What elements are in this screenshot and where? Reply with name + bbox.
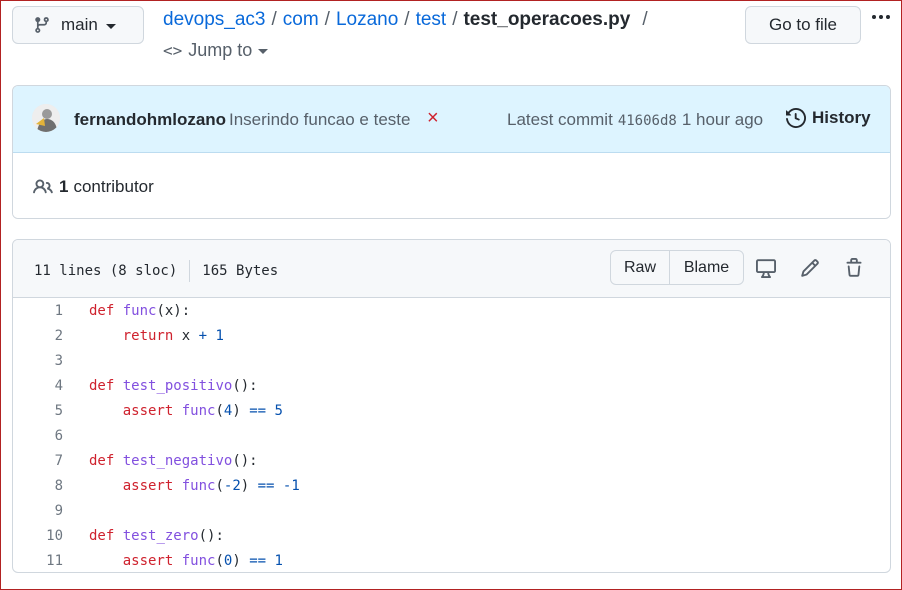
- chevron-down-icon: [258, 49, 269, 54]
- breadcrumb-separator: /: [404, 9, 410, 30]
- history-icon: [786, 108, 806, 128]
- history-button[interactable]: History: [786, 108, 871, 128]
- breadcrumb-com-link[interactable]: com: [283, 9, 319, 31]
- trash-icon[interactable]: [842, 256, 866, 280]
- branch-select-button[interactable]: main: [12, 6, 144, 44]
- code-line: 1 def func(x):: [13, 298, 890, 323]
- contributors-link[interactable]: 1 contributor: [33, 177, 154, 197]
- code-icon: <>: [163, 41, 183, 60]
- code-listing: 1 def func(x): 2 return x + 1 3 4 def te…: [13, 298, 890, 572]
- desktop-icon[interactable]: [754, 256, 778, 280]
- raw-button[interactable]: Raw: [611, 251, 670, 284]
- jump-to-button[interactable]: <> Jump to: [163, 40, 269, 61]
- line-number[interactable]: 2: [13, 328, 63, 344]
- go-to-file-button[interactable]: Go to file: [745, 6, 861, 44]
- commit-time: 1 hour ago: [681, 110, 764, 129]
- breadcrumb-lozano-link[interactable]: Lozano: [336, 9, 398, 31]
- code-line: 8 assert func(-2) == -1: [13, 473, 890, 498]
- commit-message-link[interactable]: Inserindo funcao e teste: [229, 110, 410, 130]
- code-line: 9: [13, 498, 890, 523]
- contributors-row: 1 contributor: [13, 153, 890, 218]
- code-line: 11 assert func(0) == 1: [13, 548, 890, 572]
- edit-pencil-icon[interactable]: [798, 256, 822, 280]
- branch-label: main: [61, 15, 98, 34]
- breadcrumb-current-file: test_operacoes.py: [463, 9, 631, 30]
- breadcrumb-test-link[interactable]: test: [416, 9, 447, 31]
- line-number[interactable]: 11: [13, 553, 63, 569]
- code-text: return x + 1: [122, 327, 224, 344]
- code-text: assert func(-2) == -1: [122, 477, 300, 494]
- code-text: assert func(0) == 1: [122, 552, 283, 569]
- contributor-label: contributor: [73, 177, 154, 196]
- breadcrumb-separator: /: [642, 9, 648, 30]
- breadcrumb-separator: /: [324, 9, 330, 30]
- breadcrumb-separator: /: [452, 9, 458, 30]
- commit-sha-link[interactable]: 41606d8: [618, 113, 677, 129]
- people-icon: [33, 179, 53, 194]
- line-number[interactable]: 9: [13, 503, 63, 519]
- file-viewer: 11 lines (8 sloc) 165 Bytes Raw Blame 1: [12, 239, 891, 573]
- commit-author-link[interactable]: fernandohmlozano: [74, 110, 226, 130]
- code-text: def test_zero():: [89, 527, 224, 544]
- jump-to-label: Jump to: [188, 40, 253, 60]
- line-number[interactable]: 1: [13, 303, 63, 319]
- code-text: assert func(4) == 5: [122, 402, 283, 419]
- line-number[interactable]: 4: [13, 378, 63, 394]
- file-actions-group: Raw Blame: [610, 250, 744, 285]
- line-number[interactable]: 8: [13, 478, 63, 494]
- line-number[interactable]: 6: [13, 428, 63, 444]
- line-number[interactable]: 7: [13, 453, 63, 469]
- code-text: def test_positivo():: [89, 377, 258, 394]
- git-branch-icon: [35, 17, 49, 33]
- code-line: 5 assert func(4) == 5: [13, 398, 890, 423]
- latest-commit-info: Latest commit 41606d8 1 hour ago: [507, 110, 763, 130]
- code-line: 10 def test_zero():: [13, 523, 890, 548]
- code-line: 7 def test_negativo():: [13, 448, 890, 473]
- file-header: 11 lines (8 sloc) 165 Bytes Raw Blame: [13, 240, 890, 298]
- blame-button[interactable]: Blame: [670, 251, 743, 284]
- code-line: 2 return x + 1: [13, 323, 890, 348]
- breadcrumb: devops_ac3 / com / Lozano / test / test_…: [163, 9, 654, 31]
- code-line: 3: [13, 348, 890, 373]
- more-options-icon[interactable]: [869, 5, 893, 29]
- avatar[interactable]: [32, 104, 60, 132]
- file-size: 165 Bytes: [202, 263, 279, 279]
- code-line: 6: [13, 423, 890, 448]
- chevron-down-icon: [105, 23, 116, 29]
- code-text: def test_negativo():: [89, 452, 258, 469]
- line-number[interactable]: 3: [13, 353, 63, 369]
- history-label: History: [812, 108, 871, 127]
- line-number[interactable]: 10: [13, 528, 63, 544]
- contributor-count: 1: [59, 177, 69, 196]
- commit-info-box: fernandohmlozano Inserindo funcao e test…: [12, 85, 891, 219]
- breadcrumb-repo-link[interactable]: devops_ac3: [163, 9, 265, 31]
- file-info: 11 lines (8 sloc) 165 Bytes: [34, 260, 278, 282]
- breadcrumb-separator: /: [271, 9, 277, 30]
- line-number[interactable]: 5: [13, 403, 63, 419]
- latest-commit-label: Latest commit: [507, 110, 613, 129]
- line-count: 11 lines (8 sloc): [34, 263, 178, 279]
- latest-commit-row: fernandohmlozano Inserindo funcao e test…: [13, 86, 890, 153]
- code-line: 4 def test_positivo():: [13, 373, 890, 398]
- code-text: def func(x):: [89, 302, 191, 319]
- divider: [189, 260, 191, 282]
- check-failed-icon[interactable]: ×: [427, 107, 439, 130]
